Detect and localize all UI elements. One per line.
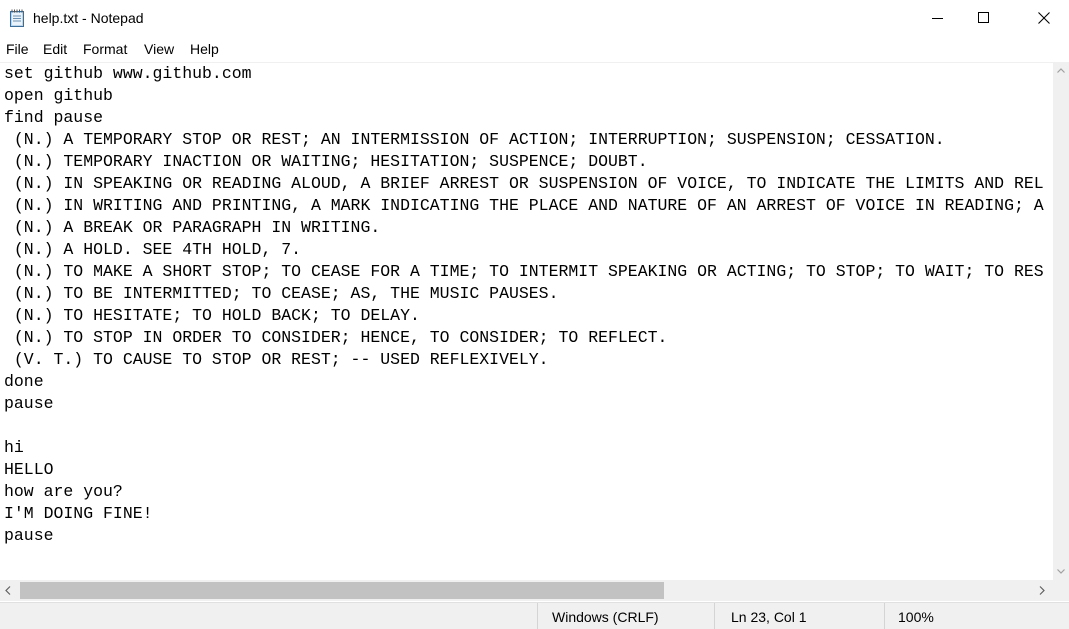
text-line: (N.) IN WRITING AND PRINTING, A MARK IND… bbox=[4, 196, 1044, 215]
text-line: pause bbox=[4, 394, 54, 413]
chevron-left-icon bbox=[5, 586, 11, 595]
menu-view[interactable]: View bbox=[144, 41, 174, 57]
close-button[interactable] bbox=[1021, 0, 1067, 36]
text-line: done bbox=[4, 372, 44, 391]
minimize-button[interactable] bbox=[915, 0, 961, 36]
text-line: pause bbox=[4, 526, 54, 545]
minimize-icon bbox=[932, 18, 943, 19]
chevron-down-icon bbox=[1057, 569, 1065, 574]
text-line: (N.) TO STOP IN ORDER TO CONSIDER; HENCE… bbox=[4, 328, 668, 347]
menu-help[interactable]: Help bbox=[190, 41, 219, 57]
status-divider bbox=[714, 603, 715, 629]
text-line: (N.) TEMPORARY INACTION OR WAITING; HESI… bbox=[4, 152, 648, 171]
text-line: (N.) TO HESITATE; TO HOLD BACK; TO DELAY… bbox=[4, 306, 420, 325]
chevron-up-icon bbox=[1057, 68, 1065, 73]
chevron-right-icon bbox=[1039, 586, 1045, 595]
text-line: I'M DOING FINE! bbox=[4, 504, 153, 523]
text-line: (N.) IN SPEAKING OR READING ALOUD, A BRI… bbox=[4, 174, 1044, 193]
line-ending-status: Windows (CRLF) bbox=[552, 609, 659, 625]
text-line: (N.) A BREAK OR PARAGRAPH IN WRITING. bbox=[4, 218, 381, 237]
text-line: HELLO bbox=[4, 460, 54, 479]
horizontal-scrollbar[interactable] bbox=[0, 580, 1053, 601]
text-line: (V. T.) TO CAUSE TO STOP OR REST; -- USE… bbox=[4, 350, 549, 369]
text-line: open github bbox=[4, 86, 113, 105]
scroll-up-button[interactable] bbox=[1053, 62, 1069, 79]
zoom-status: 100% bbox=[898, 609, 934, 625]
menu-edit[interactable]: Edit bbox=[43, 41, 67, 57]
status-bar: Windows (CRLF) Ln 23, Col 1 100% bbox=[0, 602, 1069, 629]
scroll-left-button[interactable] bbox=[0, 580, 17, 601]
text-line: how are you? bbox=[4, 482, 123, 501]
status-divider bbox=[537, 603, 538, 629]
text-editor[interactable]: set github www.github.com open github fi… bbox=[0, 62, 1053, 581]
scrollbar-corner bbox=[1053, 580, 1069, 601]
title-bar[interactable]: help.txt - Notepad bbox=[0, 0, 1069, 36]
text-line: (N.) TO MAKE A SHORT STOP; TO CEASE FOR … bbox=[4, 262, 1044, 281]
close-icon bbox=[1038, 12, 1050, 24]
text-line: find pause bbox=[4, 108, 104, 127]
notepad-icon bbox=[9, 9, 25, 27]
text-line: hi bbox=[4, 438, 24, 457]
text-line: (N.) A HOLD. SEE 4TH HOLD, 7. bbox=[4, 240, 302, 259]
text-line: (N.) A TEMPORARY STOP OR REST; AN INTERM… bbox=[4, 130, 945, 149]
cursor-position-status: Ln 23, Col 1 bbox=[731, 609, 807, 625]
window-title: help.txt - Notepad bbox=[33, 10, 144, 26]
scroll-right-button[interactable] bbox=[1032, 580, 1053, 601]
vertical-scrollbar[interactable] bbox=[1053, 62, 1069, 580]
maximize-button[interactable] bbox=[961, 0, 1007, 36]
maximize-icon bbox=[978, 12, 989, 23]
scroll-down-button[interactable] bbox=[1053, 563, 1069, 580]
horizontal-scroll-thumb[interactable] bbox=[20, 582, 664, 599]
menu-file[interactable]: File bbox=[6, 41, 29, 57]
menu-bar: File Edit Format View Help bbox=[0, 38, 1069, 60]
text-line: set github www.github.com bbox=[4, 64, 252, 83]
status-divider bbox=[884, 603, 885, 629]
menu-format[interactable]: Format bbox=[83, 41, 127, 57]
text-line: (N.) TO BE INTERMITTED; TO CEASE; AS, TH… bbox=[4, 284, 559, 303]
